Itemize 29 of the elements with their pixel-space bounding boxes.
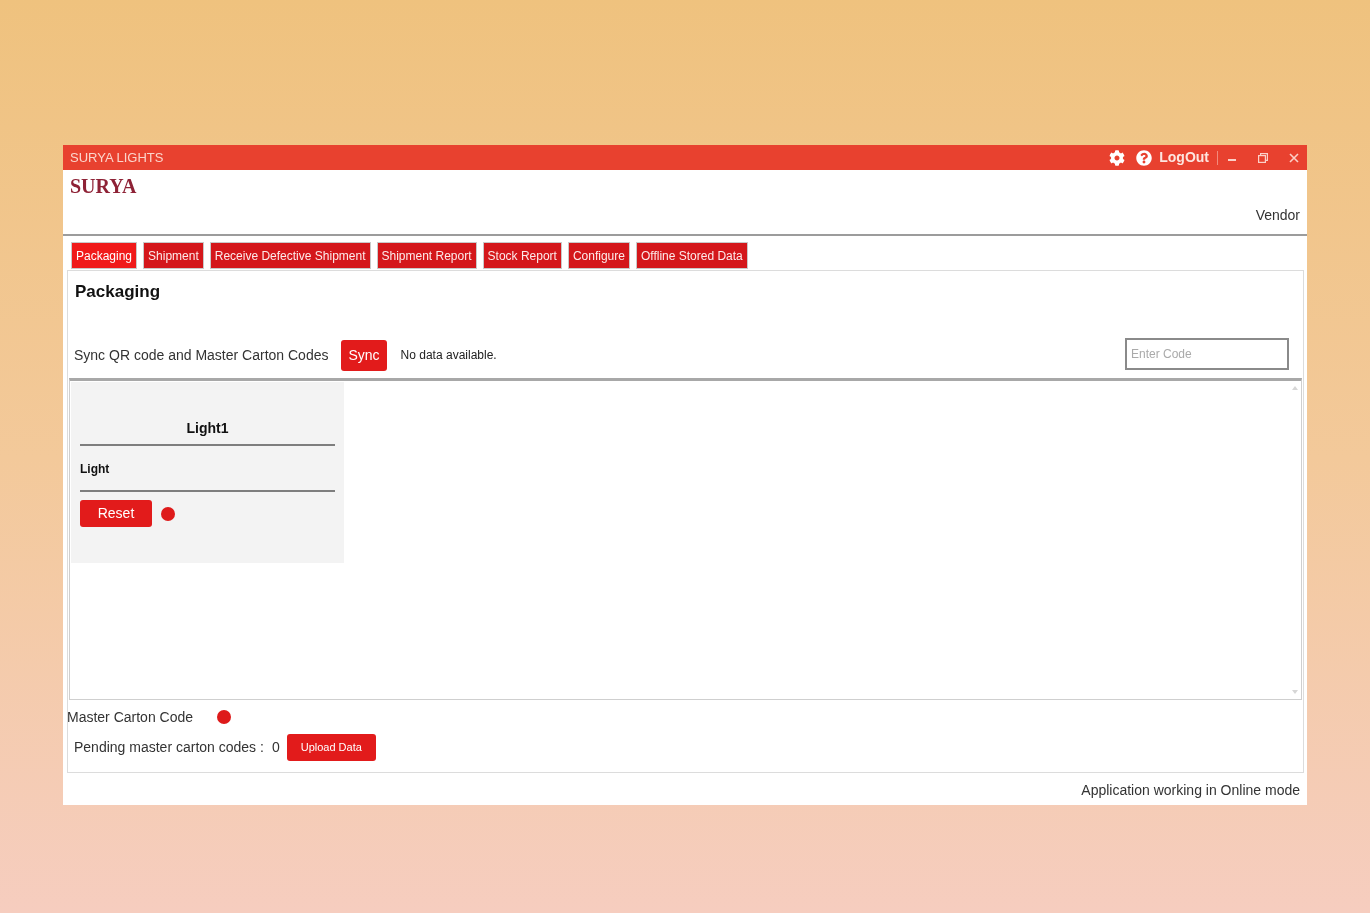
status-text: Application working in Online mode — [1081, 781, 1300, 800]
nav-tab[interactable]: Shipment — [143, 242, 204, 269]
master-carton-label: Master Carton Code — [67, 707, 194, 727]
nav-tab[interactable]: Stock Report — [482, 242, 562, 269]
sync-label: Sync QR code and Master Carton Codes — [74, 345, 329, 365]
pending-count: 0 — [271, 738, 280, 757]
nav-tab[interactable]: Shipment Report — [376, 242, 477, 269]
pending-codes-label: Pending master carton codes : — [74, 738, 264, 757]
sync-message: No data available. — [400, 347, 497, 364]
nav-tab[interactable]: Packaging — [71, 242, 138, 269]
reset-button[interactable]: Reset — [80, 500, 152, 527]
settings-icon[interactable] — [1109, 149, 1126, 166]
logout-button[interactable]: LogOut — [1157, 147, 1211, 168]
help-icon[interactable] — [1136, 149, 1153, 166]
close-icon[interactable] — [1289, 152, 1299, 163]
window-title: SURYA LIGHTS — [70, 148, 164, 167]
code-input-field[interactable]: Enter Code — [1125, 337, 1289, 370]
sync-button[interactable]: Sync — [341, 339, 387, 371]
nav-tab[interactable]: Configure — [567, 242, 630, 269]
user-role-label: Vendor — [1255, 206, 1300, 225]
brand-logo: SURYA — [70, 175, 137, 197]
card-subtitle: Light — [80, 461, 110, 478]
restore-icon[interactable] — [1258, 152, 1268, 163]
card-title: Light1 — [186, 419, 229, 438]
nav-tab[interactable]: Receive Defective Shipment — [209, 242, 371, 269]
page-title: Packaging — [75, 282, 161, 301]
nav-tab[interactable]: Offline Stored Data — [635, 242, 748, 269]
minimize-icon[interactable] — [1228, 158, 1236, 161]
upload-data-button[interactable]: Upload Data — [286, 734, 376, 761]
